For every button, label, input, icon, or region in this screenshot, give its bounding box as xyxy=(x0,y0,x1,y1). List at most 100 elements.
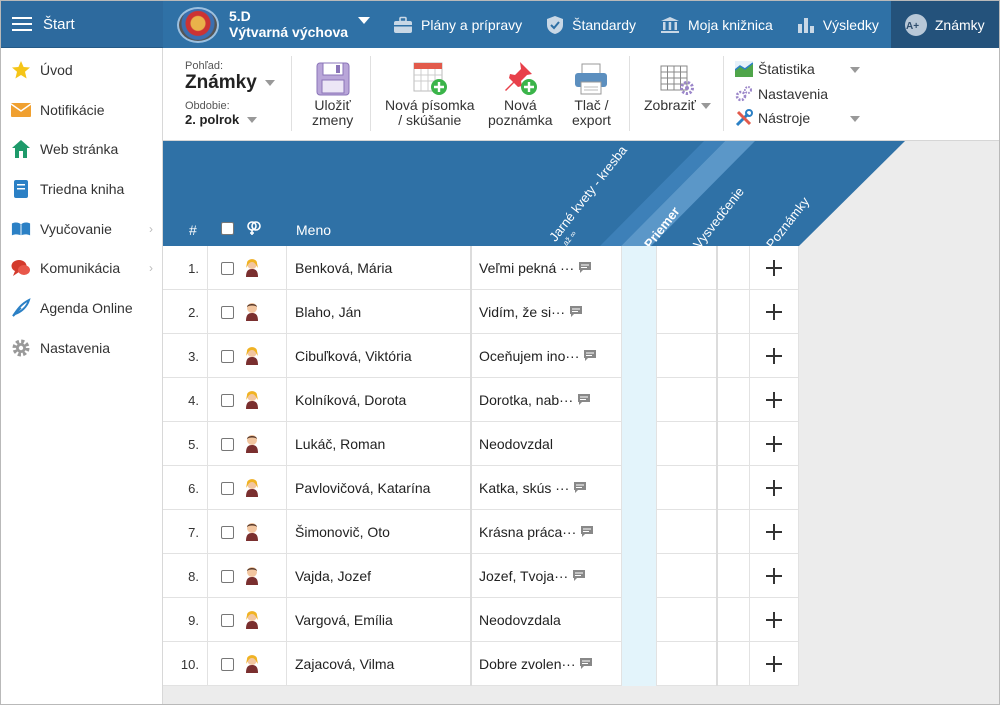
certificate-extra-cell[interactable] xyxy=(719,598,750,642)
new-exam-button[interactable]: Nová písomka / skúšanie xyxy=(385,60,474,128)
add-note-button[interactable] xyxy=(750,422,799,466)
add-note-button[interactable] xyxy=(750,466,799,510)
start-menu-button[interactable]: Štart xyxy=(1,1,163,48)
col-name-header[interactable]: Meno xyxy=(296,222,331,238)
sidebar-item-intro[interactable]: Úvod xyxy=(1,50,162,90)
comment-icon[interactable] xyxy=(574,480,587,496)
sidebar-item-classbook[interactable]: Triedna kniha xyxy=(1,169,162,209)
select-all-checkbox[interactable] xyxy=(221,222,234,235)
grade-note-cell[interactable]: Jozef, Tvoja··· xyxy=(473,554,622,598)
chevron-down-icon xyxy=(850,116,860,122)
sidebar-item-notifications[interactable]: Notifikácie xyxy=(1,90,162,130)
sidebar-item-website[interactable]: Web stránka xyxy=(1,129,162,169)
student-name[interactable]: Cibuľková, Viktória xyxy=(287,334,472,378)
certificate-cell[interactable] xyxy=(657,246,718,290)
certificate-extra-cell[interactable] xyxy=(719,510,750,554)
view-dropdown[interactable]: Známky xyxy=(185,72,275,94)
period-dropdown[interactable]: 2. polrok xyxy=(185,112,275,128)
certificate-extra-cell[interactable] xyxy=(719,378,750,422)
certificate-extra-cell[interactable] xyxy=(719,290,750,334)
tools-dropdown[interactable]: Nástroje xyxy=(735,106,860,131)
new-note-button[interactable]: Nová poznámka xyxy=(488,60,553,128)
row-checkbox[interactable] xyxy=(221,481,234,495)
student-name[interactable]: Benková, Mária xyxy=(287,246,472,290)
add-note-button[interactable] xyxy=(750,246,799,290)
statistics-dropdown[interactable]: Štatistika xyxy=(735,57,860,82)
row-checkbox[interactable] xyxy=(221,569,234,583)
student-name[interactable]: Vargová, Emília xyxy=(287,598,472,642)
certificate-extra-cell[interactable] xyxy=(719,554,750,598)
print-export-button[interactable]: Tlač / export xyxy=(572,60,611,128)
comment-icon[interactable] xyxy=(578,392,591,408)
row-checkbox[interactable] xyxy=(221,305,234,319)
tab-plans[interactable]: Plány a prípravy xyxy=(381,1,534,48)
certificate-cell[interactable] xyxy=(657,510,718,554)
grade-note-cell[interactable]: Dorotka, nab··· xyxy=(473,378,622,422)
student-name[interactable]: Lukáč, Roman xyxy=(287,422,472,466)
certificate-cell[interactable] xyxy=(657,554,718,598)
comment-icon[interactable] xyxy=(581,524,594,540)
certificate-cell[interactable] xyxy=(657,642,718,686)
certificate-extra-cell[interactable] xyxy=(719,246,750,290)
tab-library[interactable]: Moja knižnica xyxy=(648,1,785,48)
row-checkbox[interactable] xyxy=(221,393,234,407)
certificate-extra-cell[interactable] xyxy=(719,466,750,510)
show-button[interactable]: Zobraziť xyxy=(644,60,711,113)
row-checkbox[interactable] xyxy=(221,657,234,671)
certificate-cell[interactable] xyxy=(657,466,718,510)
certificate-cell[interactable] xyxy=(657,378,718,422)
add-note-button[interactable] xyxy=(750,642,799,686)
grade-note-text: Dorotka, nab··· xyxy=(479,392,574,408)
sidebar-item-communication[interactable]: Komunikácia › xyxy=(1,248,162,288)
grade-note-cell[interactable]: Veľmi pekná ··· xyxy=(473,246,622,290)
add-note-button[interactable] xyxy=(750,378,799,422)
tab-standards[interactable]: Štandardy xyxy=(534,1,648,48)
certificate-extra-cell[interactable] xyxy=(719,334,750,378)
student-avatar-icon xyxy=(243,565,261,588)
class-selector[interactable]: 5.D Výtvarná výchova xyxy=(177,7,371,43)
comment-icon[interactable] xyxy=(579,260,592,276)
student-name[interactable]: Vajda, Jozef xyxy=(287,554,472,598)
sidebar-item-agenda-online[interactable]: Agenda Online xyxy=(1,288,162,328)
row-checkbox[interactable] xyxy=(221,261,234,275)
certificate-cell[interactable] xyxy=(657,334,718,378)
certificate-cell[interactable] xyxy=(657,598,718,642)
row-checkbox[interactable] xyxy=(221,525,234,539)
add-note-button[interactable] xyxy=(750,290,799,334)
sidebar-item-teaching[interactable]: Vyučovanie › xyxy=(1,209,162,249)
grade-note-cell[interactable]: Krásna práca··· xyxy=(473,510,622,554)
grade-note-cell[interactable]: Neodovzdala xyxy=(473,598,622,642)
student-name[interactable]: Kolníková, Dorota xyxy=(287,378,472,422)
comment-icon[interactable] xyxy=(570,304,583,320)
comment-icon[interactable] xyxy=(580,656,593,672)
row-checkbox[interactable] xyxy=(221,349,234,363)
show-label: Zobraziť xyxy=(644,97,696,113)
comment-icon[interactable] xyxy=(573,568,586,584)
grade-note-cell[interactable]: Vidím, že si··· xyxy=(473,290,622,334)
certificate-cell[interactable] xyxy=(657,422,718,466)
add-note-button[interactable] xyxy=(750,510,799,554)
student-name[interactable]: Pavlovičová, Katarína xyxy=(287,466,472,510)
save-changes-button[interactable]: Uložiť zmeny xyxy=(312,60,353,128)
row-checkbox[interactable] xyxy=(221,437,234,451)
certificate-cell[interactable] xyxy=(657,290,718,334)
student-name[interactable]: Šimonovič, Oto xyxy=(287,510,472,554)
grade-note-cell[interactable]: Katka, skús ··· xyxy=(473,466,622,510)
grade-note-cell[interactable]: Dobre zvolen··· xyxy=(473,642,622,686)
student-name[interactable]: Blaho, Ján xyxy=(287,290,472,334)
add-note-button[interactable] xyxy=(750,598,799,642)
row-checkbox[interactable] xyxy=(221,613,234,627)
add-note-button[interactable] xyxy=(750,554,799,598)
grade-note-cell[interactable]: Neodovzdal xyxy=(473,422,622,466)
chevron-right-icon: › xyxy=(149,221,153,236)
tab-grades[interactable]: A+ Známky xyxy=(890,1,999,48)
certificate-extra-cell[interactable] xyxy=(719,642,750,686)
sidebar-item-settings[interactable]: Nastavenia xyxy=(1,328,162,368)
add-note-button[interactable] xyxy=(750,334,799,378)
comment-icon[interactable] xyxy=(584,348,597,364)
settings-button[interactable]: Nastavenia xyxy=(735,82,860,107)
certificate-extra-cell[interactable] xyxy=(719,422,750,466)
tab-results[interactable]: Výsledky xyxy=(785,1,891,48)
student-name[interactable]: Zajacová, Vilma xyxy=(287,642,472,686)
grade-note-cell[interactable]: Oceňujem ino··· xyxy=(473,334,622,378)
